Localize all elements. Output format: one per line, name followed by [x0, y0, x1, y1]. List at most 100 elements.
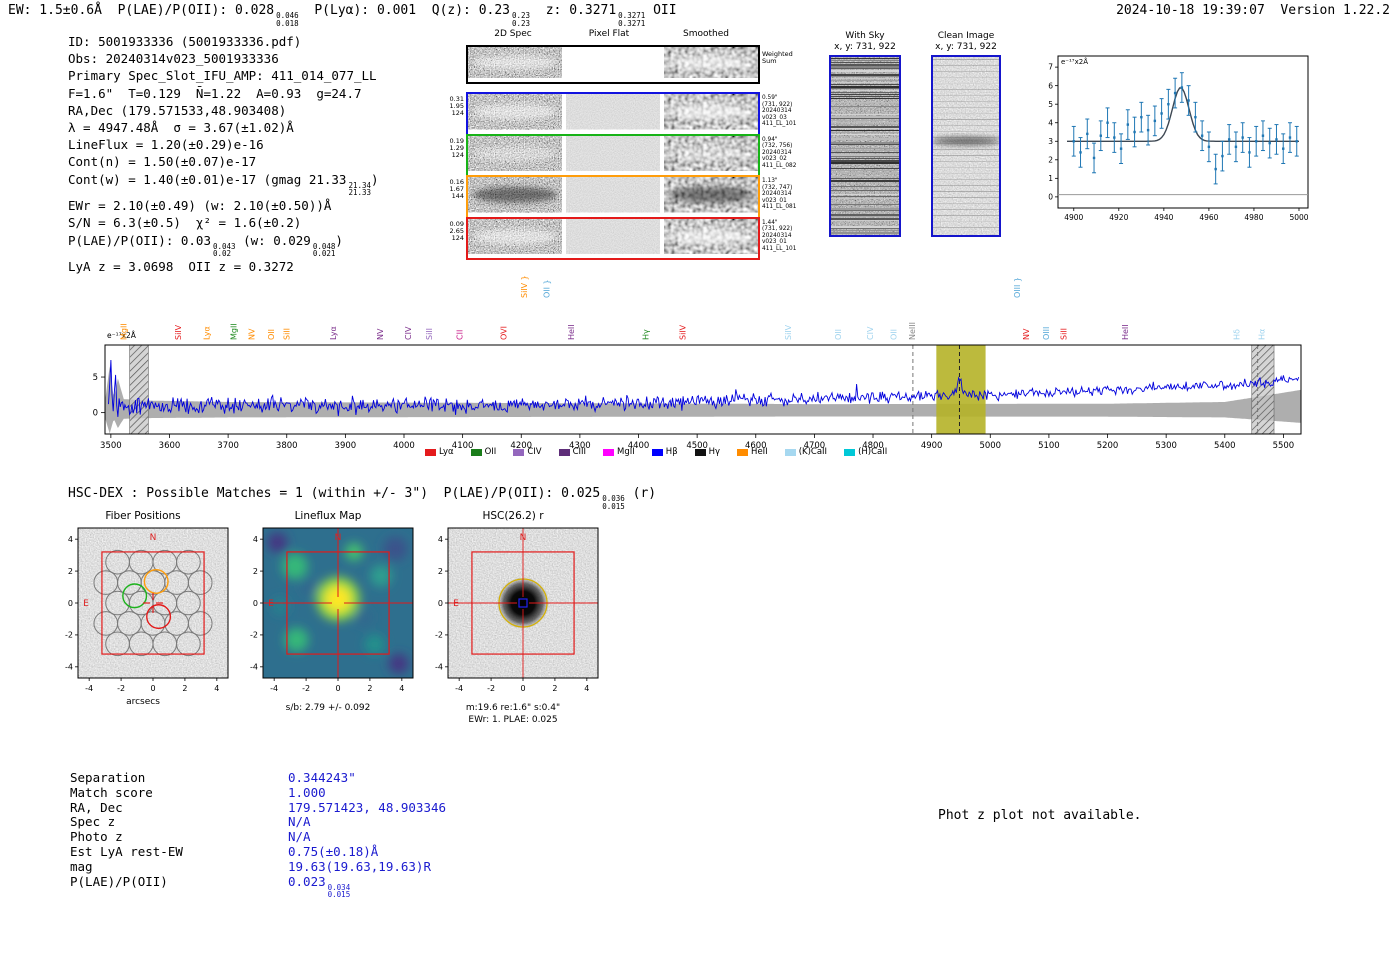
match-row-value: 179.571423, 48.903346 — [288, 799, 447, 815]
emission-line-label: Hγ — [642, 329, 651, 340]
emission-line-label: HeII — [1121, 324, 1130, 340]
svg-text:3500: 3500 — [100, 441, 122, 451]
match-row-value: 0.023 0.034 0.015 — [288, 873, 351, 900]
legend-swatch — [651, 448, 663, 456]
match-row: mag 19.63(19.63,19.63)R — [70, 858, 446, 875]
legend-swatch — [784, 448, 796, 456]
hsc-cutout-title: HSC(26.2) r — [482, 510, 544, 522]
spec2d-row: 0.09 2.65 124 1.44" (731, 922) 20240314 v02… — [450, 216, 796, 260]
svg-text:4: 4 — [399, 684, 404, 693]
lineflux-caption: s/b: 2.79 +/- 0.092 — [285, 703, 371, 713]
svg-text:-2: -2 — [487, 684, 495, 693]
match-row-label: Est LyA rest-EW — [70, 843, 183, 859]
match-row-value: 19.63(19.63,19.63)R — [288, 858, 431, 874]
legend-swatch — [425, 448, 436, 456]
svg-text:5200: 5200 — [1097, 441, 1119, 451]
clean-image — [931, 55, 1001, 237]
pixel-flat-image — [566, 94, 660, 130]
svg-text:0: 0 — [335, 684, 340, 693]
smoothed-image — [664, 218, 758, 254]
svg-text:3600: 3600 — [159, 441, 181, 451]
pixel-flat-image — [566, 47, 660, 78]
legend-label: HeII — [751, 447, 768, 457]
svg-text:4: 4 — [68, 535, 73, 544]
svg-text:2: 2 — [1048, 155, 1053, 164]
lineflux-map-plot: N E -4 -4 -2 -2 0 0 2 2 4 4 — [250, 527, 414, 693]
info-line: EWr = 2.10(±0.49) (w: 2.10(±0.50))Å — [68, 198, 332, 214]
svg-text:N: N — [335, 533, 342, 543]
legend-swatch — [513, 448, 525, 456]
svg-text:5: 5 — [1048, 100, 1053, 109]
info-line: λ = 4947.48Å σ = 3.67(±1.02)Å — [68, 120, 294, 136]
svg-text:5100: 5100 — [1038, 441, 1060, 451]
svg-text:-2: -2 — [65, 631, 73, 640]
spec2d-cutout-grid: Weighted Sum 0.31 1.95 124 0.59" (731, 922) … — [448, 42, 868, 264]
legend-item: CIII — [558, 447, 586, 457]
svg-text:0: 0 — [438, 599, 443, 608]
match-row-label: Photo z — [70, 829, 123, 845]
legend-swatch — [558, 448, 570, 456]
legend-item: Lyα — [425, 447, 454, 457]
emission-line-label: NV — [1022, 328, 1031, 340]
twod-spec-image — [468, 177, 562, 213]
smoothed-image — [664, 135, 758, 171]
elixer-report-page: EW: 1.5±0.6Å P(LAE)/P(OII): 0.028 0.046 0.… — [0, 0, 1400, 953]
svg-text:N: N — [150, 533, 157, 543]
match-row: Est LyA rest-EW 0.75(±0.18)Å — [70, 843, 446, 860]
svg-text:5: 5 — [93, 373, 98, 383]
match-row-value: 0.75(±0.18)Å — [288, 843, 379, 859]
svg-text:3800: 3800 — [276, 441, 298, 451]
legend-item: HeII — [737, 447, 768, 457]
emission-line-label: CII — [456, 330, 465, 340]
match-row-label: P(LAE)/P(OII) — [70, 873, 168, 889]
legend-label: (K)CaII — [798, 447, 828, 457]
emission-line-label: OII — [267, 329, 276, 340]
info-line: F=1.6" T=0.129 N̄=1.22 A=0.93 g=24.7 — [68, 85, 362, 101]
svg-text:-4: -4 — [435, 663, 443, 672]
svg-text:4900: 4900 — [1064, 213, 1083, 222]
emission-line-label: OVI — [500, 326, 509, 340]
svg-text:4960: 4960 — [1199, 213, 1218, 222]
info-line: LineFlux = 1.20(±0.29)e-16 — [68, 137, 264, 153]
withsky-image — [829, 55, 901, 237]
masked-region — [129, 344, 149, 435]
svg-text:-2: -2 — [250, 631, 258, 640]
stacked-uncertainty: 21.34 21.33 — [348, 180, 372, 198]
twod-spec-image — [468, 135, 562, 171]
svg-text:2: 2 — [182, 684, 187, 693]
match-row-label: RA, Dec — [70, 799, 123, 815]
lineflux-map-title: Lineflux Map — [294, 510, 362, 522]
clean-image-title: Clean Image — [937, 31, 995, 41]
match-table: Separation 0.344243" Match score 1.000 RA, D… — [70, 770, 447, 900]
withsky-title: With Sky — [845, 31, 885, 41]
emission-line-label: SiIV } — [520, 275, 529, 298]
hsc-caption-mag: m:19.6 re:1.6" s:0.4" — [465, 703, 561, 713]
match-row: P(LAE)/P(OII) 0.023 0.034 0.015 — [70, 873, 446, 900]
svg-text:3900: 3900 — [335, 441, 357, 451]
svg-text:4: 4 — [584, 684, 589, 693]
legend-item: (H)CaII — [844, 447, 887, 457]
svg-text:5500: 5500 — [1273, 441, 1295, 451]
svg-text:5300: 5300 — [1155, 441, 1177, 451]
svg-text:2: 2 — [68, 567, 73, 576]
svg-text:E: E — [83, 599, 89, 609]
svg-text:4980: 4980 — [1244, 213, 1263, 222]
emission-line-label: OIII } — [1013, 277, 1022, 298]
svg-text:5000: 5000 — [1289, 213, 1308, 222]
match-row-label: Spec z — [70, 814, 116, 830]
spec2d-row: 0.19 1.29 124 0.94" (732, 756) 20240314 v02… — [450, 133, 796, 177]
info-line: S/N = 6.3(±0.5) χ² = 1.6(±0.2) — [68, 215, 302, 231]
legend-item: OII — [470, 447, 496, 457]
spec2d-header-smoothed: Smoothed — [683, 29, 729, 39]
smoothed-image — [664, 47, 758, 78]
fiber-positions-plot: N E -4 -4 -2 -2 0 0 2 2 4 4 — [65, 527, 229, 693]
svg-text:4: 4 — [438, 535, 443, 544]
svg-text:5400: 5400 — [1214, 441, 1236, 451]
hsc-cutout-plot: N E -4 -4 -2 -2 0 0 2 2 4 4 — [435, 527, 599, 693]
stacked-uncertainty: 0.046 0.018 — [276, 11, 299, 28]
svg-text:3: 3 — [1048, 137, 1053, 146]
emission-line-label: SiIV — [678, 324, 687, 340]
emission-line-label: OII } — [542, 279, 551, 298]
fiber-annotation: 0.94" (732, 756) 20240314 v023_02 411_LL… — [762, 136, 797, 169]
fiber-annotation: 0.59" (731, 922) 20240314 v023_03 411_LL… — [762, 95, 797, 128]
